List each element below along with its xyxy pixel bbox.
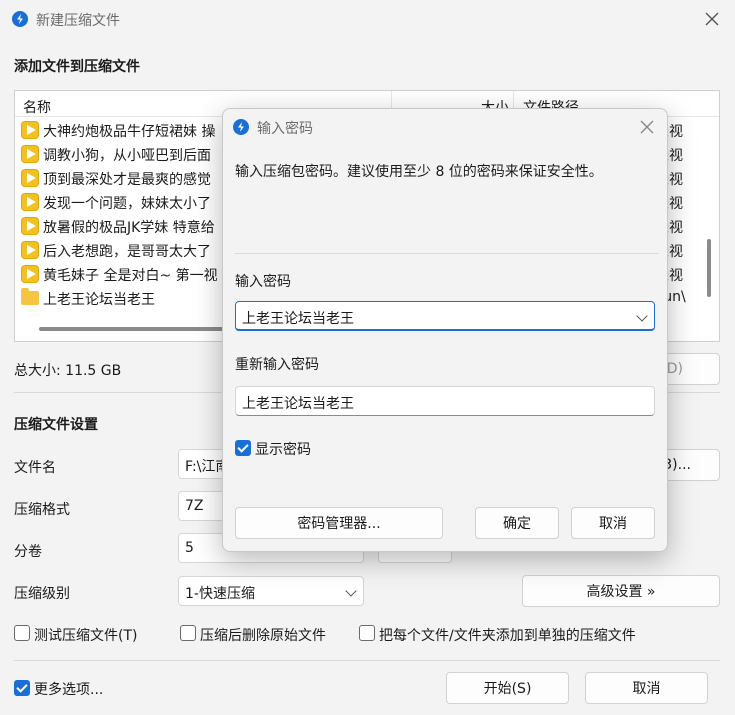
file-name: 后入老想跑，是哥哥太大了 — [43, 244, 211, 260]
password-dialog: 输入密码 输入压缩包密码。建议使用至少 8 位的密码来保证安全性。 输入密码 上… — [222, 108, 668, 552]
level-select[interactable]: 1-快速压缩 — [178, 576, 364, 606]
cancel-button[interactable]: 取消 — [585, 672, 708, 704]
delete-source-checkbox[interactable] — [180, 625, 196, 641]
cancel-label: 取消 — [632, 681, 661, 697]
delete-source-label[interactable]: 压缩后删除原始文件 — [200, 625, 326, 645]
advanced-label: 高级设置 » — [586, 584, 656, 600]
dialog-description: 输入压缩包密码。建议使用至少 8 位的密码来保证安全性。 — [235, 164, 603, 180]
level-value: 1-快速压缩 — [185, 586, 255, 602]
video-file-icon — [21, 193, 39, 211]
separate-archives-checkbox[interactable] — [359, 625, 375, 641]
repeat-password-input[interactable]: 上老王论坛当老王 — [235, 386, 655, 416]
ok-label: 确定 — [503, 516, 531, 532]
video-file-icon — [21, 241, 39, 259]
show-password-checkbox[interactable] — [235, 440, 251, 456]
file-name: 顶到最深处才是最爽的感觉 — [43, 172, 211, 188]
file-name: 调教小狗，从小哑巴到后面 — [43, 148, 211, 164]
test-archive-label[interactable]: 测试压缩文件(T) — [34, 625, 137, 645]
dialog-title: 输入密码 — [257, 121, 313, 137]
window-title: 新建压缩文件 — [36, 13, 120, 29]
close-icon[interactable] — [639, 119, 655, 135]
video-file-icon — [21, 217, 39, 235]
show-password-label[interactable]: 显示密码 — [255, 439, 311, 459]
files-section-title: 添加文件到压缩文件 — [14, 59, 140, 75]
password-input[interactable]: 上老王论坛当老王 — [235, 301, 655, 331]
dialog-cancel-button[interactable]: 取消 — [571, 507, 655, 539]
more-options-checkbox[interactable] — [14, 680, 30, 696]
advanced-settings-button[interactable]: 高级设置 » — [522, 575, 720, 607]
password-manager-button[interactable]: 密码管理器... — [235, 507, 443, 539]
filename-label: 文件名 — [14, 460, 56, 476]
format-label: 压缩格式 — [14, 502, 70, 518]
settings-section-title: 压缩文件设置 — [14, 417, 98, 433]
file-name: 放暑假的极品JK学妹 特意给 — [43, 220, 215, 236]
password-value: 上老王论坛当老王 — [242, 311, 354, 327]
divider — [235, 253, 659, 254]
password-label: 输入密码 — [235, 274, 291, 290]
app-logo-icon — [12, 11, 28, 27]
chevron-down-icon — [345, 585, 357, 597]
test-archive-checkbox[interactable] — [14, 625, 30, 641]
level-label: 压缩级别 — [14, 586, 70, 602]
video-file-icon — [21, 265, 39, 283]
start-label: 开始(S) — [483, 681, 532, 697]
folder-icon — [21, 288, 39, 305]
file-name: 上老王论坛当老王 — [43, 292, 155, 308]
start-button[interactable]: 开始(S) — [446, 672, 569, 704]
file-name: 大神约炮极品牛仔短裙妹 操 — [43, 124, 216, 140]
dialog-cancel-label: 取消 — [599, 516, 627, 532]
hidden-action-label: D) — [666, 361, 683, 377]
app-logo-icon — [233, 119, 249, 135]
repeat-password-label: 重新输入密码 — [235, 357, 319, 373]
title-bar: 新建压缩文件 — [0, 0, 735, 38]
horizontal-scrollbar[interactable] — [39, 327, 239, 331]
more-options-label[interactable]: 更多选项... — [34, 679, 103, 699]
total-size: 总大小: 11.5 GB — [14, 363, 122, 379]
video-file-icon — [21, 145, 39, 163]
video-file-icon — [21, 121, 39, 139]
vertical-scrollbar[interactable] — [707, 239, 711, 297]
ok-button[interactable]: 确定 — [475, 507, 559, 539]
chevron-down-icon[interactable] — [636, 310, 648, 322]
divider — [14, 660, 720, 661]
password-manager-label: 密码管理器... — [297, 516, 381, 532]
column-name[interactable]: 名称 — [23, 97, 51, 117]
close-icon[interactable] — [704, 11, 720, 27]
file-name: 黄毛妹子 全是对白~ 第一视 — [43, 268, 218, 284]
video-file-icon — [21, 169, 39, 187]
split-label: 分卷 — [14, 544, 42, 560]
separate-archives-label[interactable]: 把每个文件/文件夹添加到单独的压缩文件 — [379, 625, 636, 645]
file-name: 发现一个问题，妹妹太小了 — [43, 196, 211, 212]
